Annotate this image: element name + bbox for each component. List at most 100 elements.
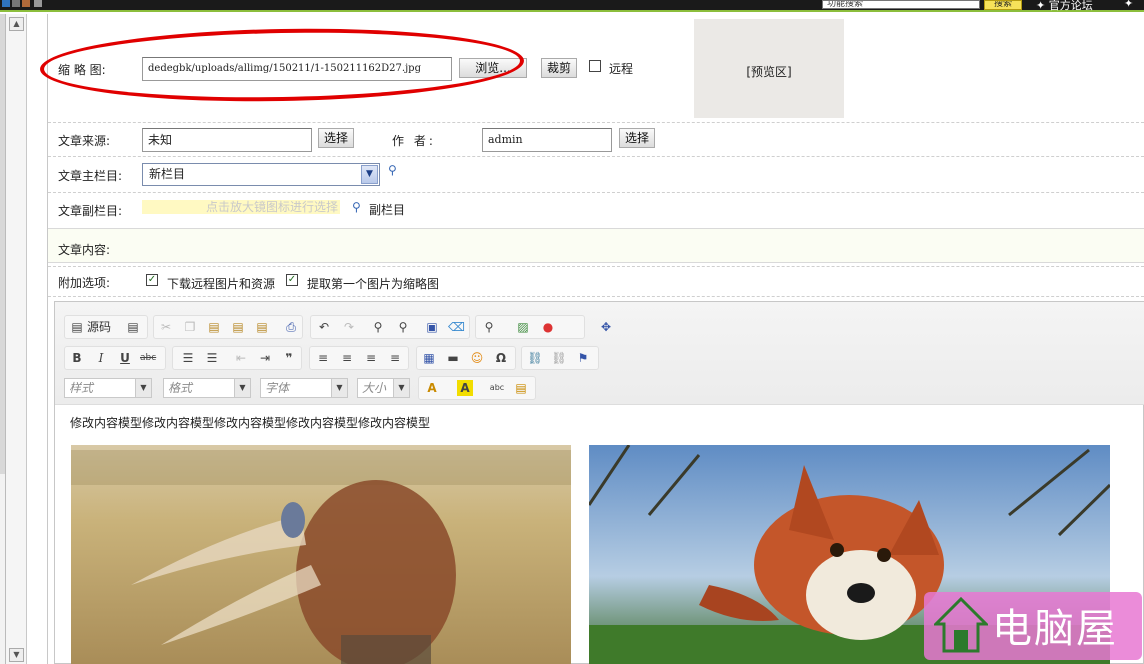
size-combo[interactable]: 大小 ▼ — [357, 378, 410, 398]
main-column-label: 文章主栏目: — [58, 169, 123, 183]
copy-icon[interactable]: ❐ — [182, 319, 198, 335]
indent-icon[interactable]: ⇥ — [257, 350, 273, 366]
print-icon[interactable]: ⎙ — [283, 319, 299, 335]
site-watermark-logo: 电脑屋 — [924, 592, 1142, 660]
sub-column-link[interactable]: 副栏目 — [369, 201, 405, 218]
align-left-icon[interactable]: ≡ — [315, 350, 331, 366]
smiley-icon[interactable]: ☺ — [469, 350, 485, 366]
author-label: 作 者: — [392, 134, 436, 148]
find-icon[interactable]: ⚲ — [370, 319, 386, 335]
author-select-button[interactable]: 选择 — [619, 128, 655, 148]
left-scroll-column: ▲ ▼ — [6, 14, 27, 664]
chevron-down-icon[interactable]: ▼ — [361, 165, 378, 184]
flash-icon[interactable]: ● — [540, 319, 556, 335]
row-divider — [48, 156, 1144, 157]
bullet-list-icon[interactable]: ☰ — [204, 350, 220, 366]
source-input[interactable]: 未知 — [142, 128, 312, 152]
scroll-down-icon[interactable]: ▼ — [9, 648, 24, 662]
size-placeholder: 大小 — [362, 381, 387, 395]
sub-column-label: 文章副栏目: — [58, 204, 123, 218]
unlink-icon[interactable]: ⛓ — [551, 350, 567, 366]
main-column-select[interactable]: 新栏目 ▼ — [142, 163, 380, 186]
row-divider — [48, 122, 1144, 123]
table-icon[interactable]: ▦ — [421, 350, 437, 366]
chevron-down-icon[interactable]: ▼ — [331, 379, 347, 397]
paste-text-icon[interactable]: ▤ — [230, 319, 246, 335]
scroll-thumb[interactable] — [0, 14, 5, 474]
paste-word-icon[interactable]: ▤ — [254, 319, 270, 335]
search-button[interactable]: 搜索 — [984, 0, 1022, 10]
app-icon — [22, 0, 30, 7]
align-center-icon[interactable]: ≡ — [339, 350, 355, 366]
outdent-icon[interactable]: ⇤ — [233, 350, 249, 366]
remote-label: 远程 — [609, 62, 634, 76]
function-search-input[interactable]: 功能搜索 — [822, 0, 980, 9]
undo-icon[interactable]: ↶ — [316, 319, 332, 335]
redo-icon[interactable]: ↷ — [341, 319, 357, 335]
source-icon[interactable]: ▤ — [69, 319, 85, 335]
italic-icon[interactable]: I — [93, 350, 109, 366]
house-icon — [934, 596, 988, 653]
preview-icon[interactable]: ▤ — [125, 319, 141, 335]
preview-area: [预览区] — [694, 19, 844, 118]
options-label: 附加选项: — [58, 276, 111, 290]
image-search-icon[interactable]: ⚲ — [481, 319, 497, 335]
content-row — [48, 228, 1144, 263]
blockquote-icon[interactable]: ❞ — [281, 350, 297, 366]
more-link-label: 链 — [1124, 12, 1135, 25]
align-right-icon[interactable]: ≡ — [363, 350, 379, 366]
source-button[interactable]: 源码 — [87, 319, 111, 335]
insert-template-icon[interactable]: ▤ — [513, 380, 529, 396]
editor-body-text[interactable]: 修改内容模型修改内容模型修改内容模型修改内容模型修改内容模型 — [70, 414, 430, 431]
char-format-icon[interactable]: abc — [489, 380, 505, 396]
font-placeholder: 字体 — [265, 381, 290, 395]
paste-icon[interactable]: ▤ — [206, 319, 222, 335]
replace-icon[interactable]: ⚲ — [395, 319, 411, 335]
content-image-girl[interactable] — [71, 445, 571, 664]
special-char-icon[interactable]: Ω — [493, 350, 509, 366]
maximize-icon[interactable]: ✥ — [598, 319, 614, 335]
chevron-down-icon[interactable]: ▼ — [393, 379, 409, 397]
author-input[interactable]: admin — [482, 128, 612, 152]
content-label: 文章内容: — [58, 243, 111, 257]
download-remote-checkbox[interactable]: ✓ — [146, 274, 158, 286]
bg-color-icon[interactable]: A — [457, 380, 473, 396]
divider — [47, 14, 48, 664]
numbered-list-icon[interactable]: ☰ — [180, 350, 196, 366]
format-combo[interactable]: 格式 ▼ — [163, 378, 251, 398]
align-justify-icon[interactable]: ≡ — [387, 350, 403, 366]
source-select-button[interactable]: 选择 — [318, 128, 354, 148]
magnifier-icon[interactable]: ⚲ — [388, 163, 397, 177]
select-all-icon[interactable]: ▣ — [424, 319, 440, 335]
horizontal-rule-icon[interactable]: ▬ — [445, 350, 461, 366]
underline-icon[interactable]: U — [117, 350, 133, 366]
image-icon[interactable]: ▨ — [515, 319, 531, 335]
style-placeholder: 样式 — [69, 381, 94, 395]
toolbar-group — [310, 315, 470, 339]
magnifier-icon[interactable]: ⚲ — [352, 200, 361, 214]
link-icon[interactable]: ⛓ — [527, 350, 543, 366]
style-combo[interactable]: 样式 ▼ — [64, 378, 152, 398]
chevron-down-icon[interactable]: ▼ — [135, 379, 151, 397]
source-label: 文章来源: — [58, 134, 111, 148]
scroll-up-icon[interactable]: ▲ — [9, 17, 24, 31]
main-column-selected: 新栏目 — [149, 167, 186, 181]
download-remote-label: 下载远程图片和资源 — [167, 277, 276, 291]
format-placeholder: 格式 — [168, 381, 193, 395]
crop-button[interactable]: 裁剪 — [541, 58, 577, 78]
remote-checkbox[interactable] — [589, 60, 601, 72]
forum-link-label: 官方论坛 — [1048, 0, 1093, 12]
font-combo[interactable]: 字体 ▼ — [260, 378, 348, 398]
toolbar-group — [153, 315, 303, 339]
strikethrough-icon[interactable]: abc — [140, 350, 156, 366]
chevron-down-icon[interactable]: ▼ — [234, 379, 250, 397]
app-icon — [12, 0, 20, 7]
bold-icon[interactable]: B — [69, 350, 85, 366]
anchor-flag-icon[interactable]: ⚑ — [575, 350, 591, 366]
official-forum-link[interactable]: ✦ 官方论坛 — [1036, 0, 1093, 13]
remove-format-icon[interactable]: ⌫ — [448, 319, 465, 335]
first-image-thumb-checkbox[interactable]: ✓ — [286, 274, 298, 286]
cut-icon[interactable]: ✂ — [158, 319, 174, 335]
text-color-icon[interactable]: A — [424, 380, 440, 396]
more-link[interactable]: ✦链 — [1124, 0, 1144, 26]
